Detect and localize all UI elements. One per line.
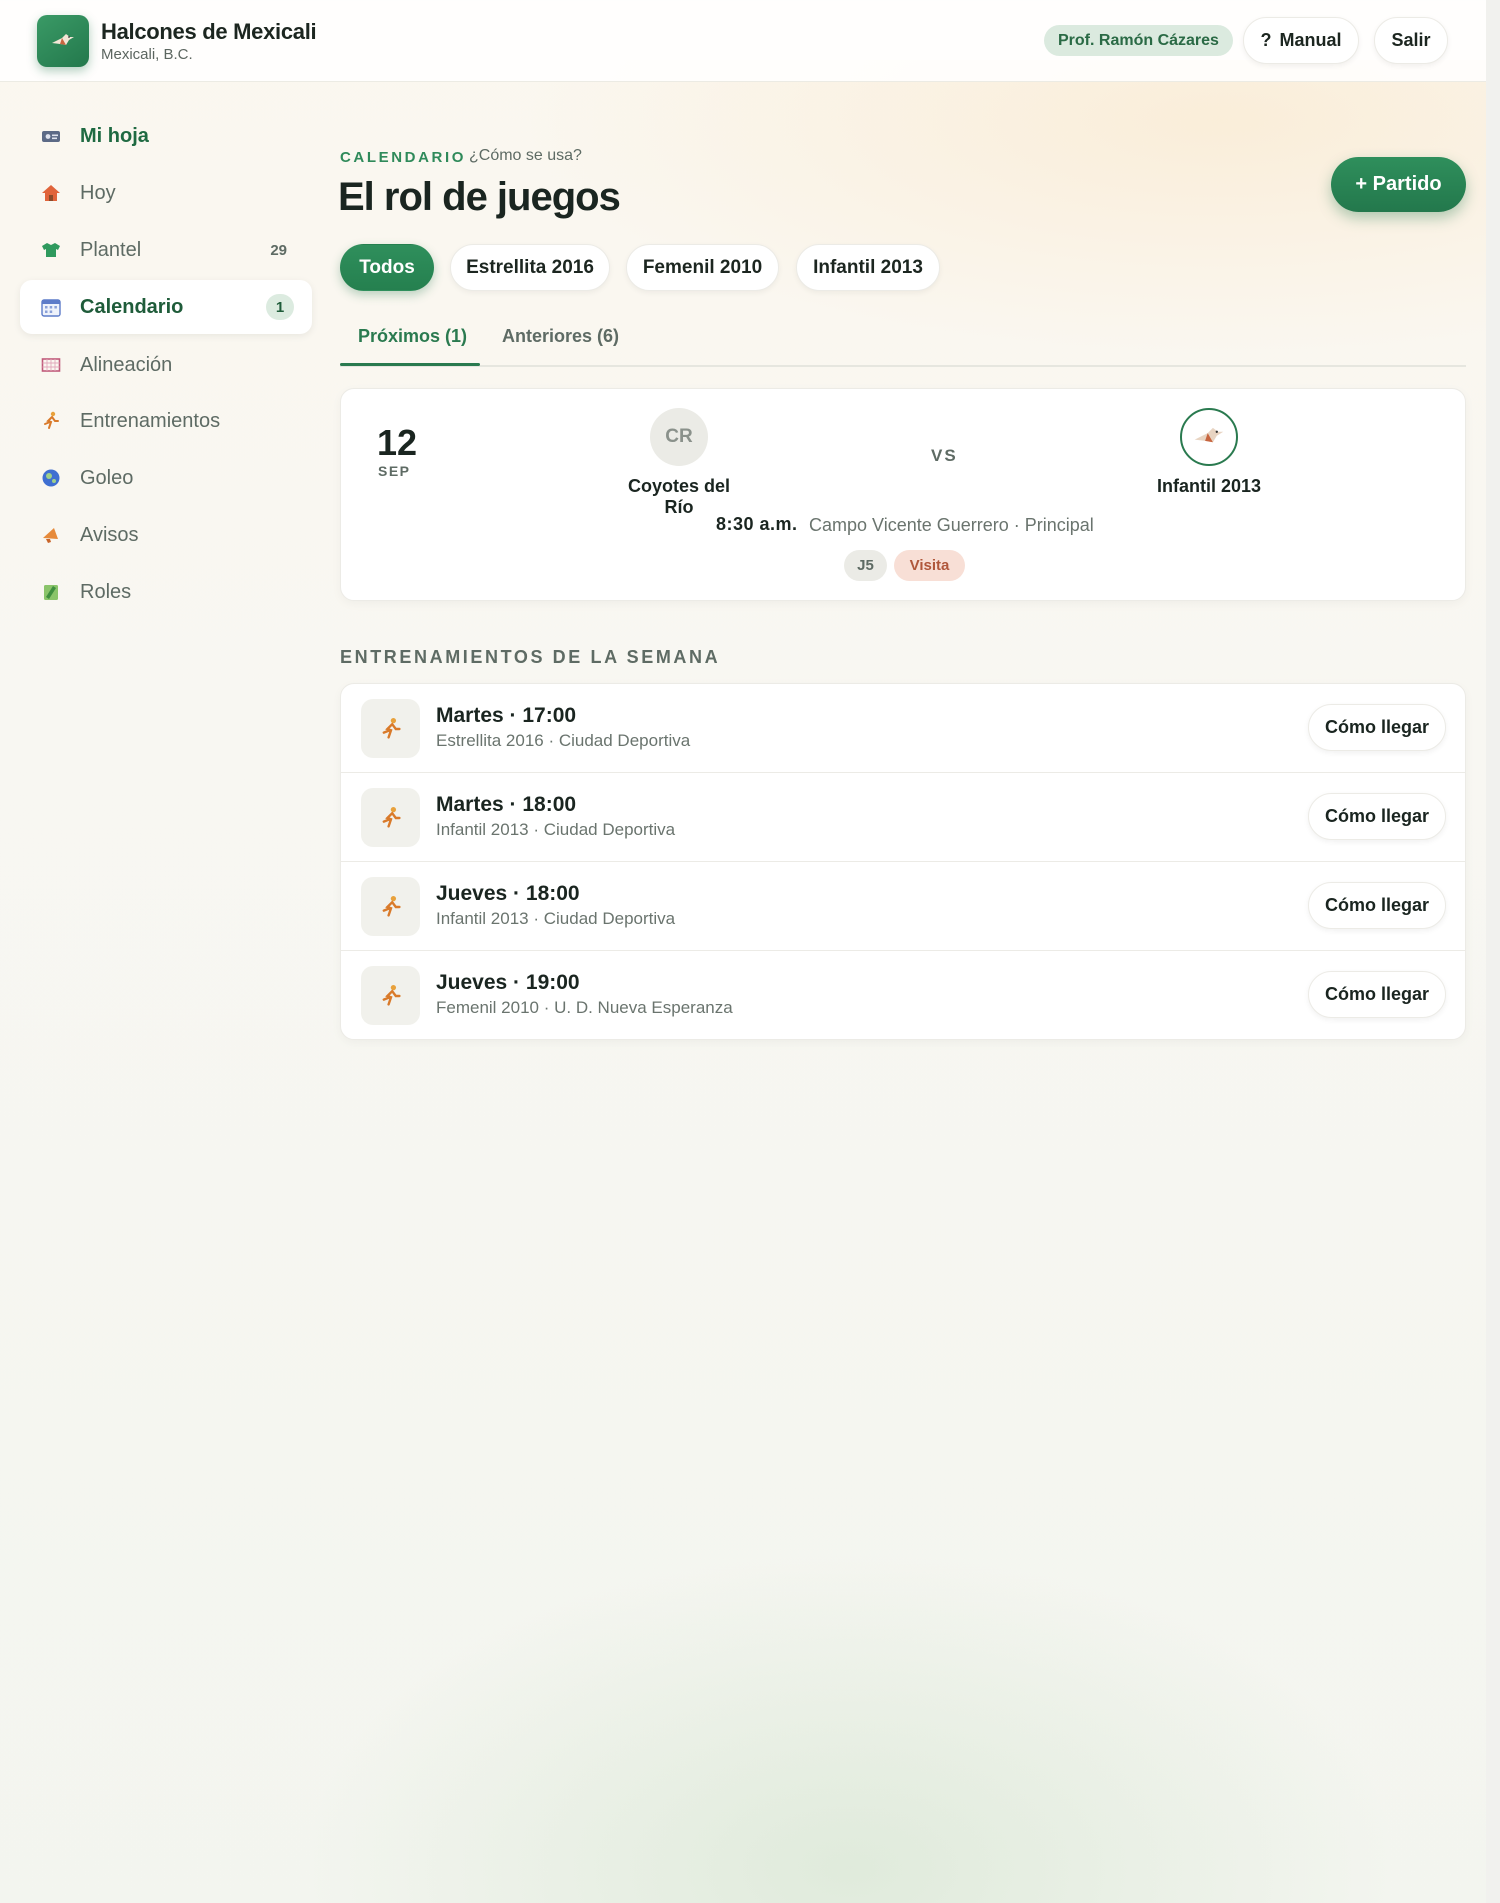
- tab-proximos[interactable]: Próximos (1): [358, 326, 467, 347]
- training-row: Jueves · 18:00 Infantil 2013 · Ciudad De…: [341, 862, 1465, 951]
- versus-label: VS: [931, 446, 958, 465]
- match-venue: Campo Vicente Guerrero · Principal: [809, 515, 1094, 535]
- megaphone-icon: [40, 524, 62, 546]
- club-name: Halcones de Mexicali: [101, 19, 317, 44]
- sidebar-item-calendario[interactable]: Calendario 1: [20, 280, 312, 334]
- top-bar: Halcones de Mexicali Mexicali, B.C. Prof…: [0, 0, 1486, 82]
- runner-icon: [361, 966, 420, 1025]
- calendario-count-badge: 1: [266, 294, 294, 320]
- filter-chip-infantil-2013[interactable]: Infantil 2013: [796, 244, 940, 291]
- training-details: Femenil 2010 · U. D. Nueva Esperanza: [436, 998, 733, 1017]
- training-details: Estrellita 2016 · Ciudad Deportiva: [436, 731, 691, 750]
- scrollbar-track[interactable]: [1486, 0, 1500, 1903]
- trainings-section-title: ENTRENAMIENTOS DE LA SEMANA: [340, 647, 721, 667]
- directions-button[interactable]: Cómo llegar: [1308, 704, 1446, 751]
- tab-anteriores[interactable]: Anteriores (6): [502, 326, 619, 347]
- background-glow-bottom: [300, 1550, 1400, 1903]
- sidebar-item-label: Goleo: [80, 466, 134, 489]
- match-time: 8:30 a.m.: [716, 514, 798, 534]
- sidebar-item-label: Mi hoja: [80, 124, 149, 147]
- logout-button[interactable]: Salir: [1374, 17, 1448, 64]
- sidebar-item-label: Avisos: [80, 523, 139, 546]
- sidebar-item-label: Hoy: [80, 181, 116, 204]
- house-icon: [40, 182, 62, 204]
- filter-chip-femenil-2010[interactable]: Femenil 2010: [626, 244, 779, 291]
- runner-icon: [361, 877, 420, 936]
- sidebar-item-plantel[interactable]: Plantel 29: [20, 223, 312, 277]
- training-time: Jueves · 18:00: [436, 882, 580, 905]
- home-team-badge: CR: [650, 408, 708, 466]
- sidebar-item-mi-hoja[interactable]: Mi hoja: [20, 109, 312, 163]
- sidebar-item-entrenamientos[interactable]: Entrenamientos: [20, 394, 312, 448]
- match-day: 12: [377, 422, 418, 463]
- training-time: Martes · 18:00: [436, 793, 577, 816]
- directions-button[interactable]: Cómo llegar: [1308, 882, 1446, 929]
- sidebar-item-label: Roles: [80, 580, 132, 603]
- hawk-icon: [52, 34, 74, 45]
- club-logo[interactable]: [37, 15, 89, 67]
- sidebar-item-roles[interactable]: Roles: [20, 565, 312, 619]
- tabs-divider: [340, 365, 1466, 367]
- runner-icon: [361, 788, 420, 847]
- training-details: Infantil 2013 · Ciudad Deportiva: [436, 820, 676, 839]
- directions-button[interactable]: Cómo llegar: [1308, 793, 1446, 840]
- plantel-count-badge: 29: [270, 241, 287, 259]
- id-card-icon: [40, 125, 62, 147]
- round-badge: J5: [844, 550, 887, 581]
- page-title: El rol de juegos: [338, 175, 621, 219]
- user-badge[interactable]: Prof. Ramón Cázares: [1044, 25, 1233, 56]
- sidebar-item-label: Entrenamientos: [80, 409, 221, 432]
- home-team-name: Coyotes del Río: [627, 476, 731, 517]
- section-eyebrow: CALENDARIO: [340, 149, 466, 166]
- training-row: Martes · 17:00 Estrellita 2016 · Ciudad …: [341, 684, 1465, 773]
- help-icon: ?: [1260, 30, 1272, 50]
- visit-badge: Visita: [894, 550, 965, 581]
- how-to-link[interactable]: ¿Cómo se usa?: [469, 147, 582, 165]
- match-month: SEP: [378, 463, 411, 479]
- training-time: Martes · 17:00: [436, 704, 577, 727]
- manual-button[interactable]: ? Manual: [1243, 17, 1359, 64]
- goal-net-icon: [40, 354, 62, 376]
- hawk-icon: [1194, 427, 1224, 443]
- sidebar-item-hoy[interactable]: Hoy: [20, 166, 312, 220]
- runner-icon: [40, 410, 62, 432]
- training-details: Infantil 2013 · Ciudad Deportiva: [436, 909, 676, 928]
- sidebar-item-alineacion[interactable]: Alineación: [20, 338, 312, 392]
- training-row: Jueves · 19:00 Femenil 2010 · U. D. Nuev…: [341, 951, 1465, 1039]
- manual-button-label: Manual: [1279, 30, 1342, 50]
- training-row: Martes · 18:00 Infantil 2013 · Ciudad De…: [341, 773, 1465, 862]
- active-tab-indicator: [340, 363, 480, 366]
- add-match-button[interactable]: + Partido: [1331, 157, 1466, 212]
- club-location: Mexicali, B.C.: [101, 46, 193, 63]
- sidebar-item-goleo[interactable]: Goleo: [20, 451, 312, 505]
- filter-chip-todos[interactable]: Todos: [340, 244, 434, 291]
- directions-button[interactable]: Cómo llegar: [1308, 971, 1446, 1018]
- calendar-icon: [40, 296, 62, 318]
- filter-chip-estrellita-2016[interactable]: Estrellita 2016: [450, 244, 610, 291]
- away-team-name: Infantil 2013: [1156, 476, 1262, 496]
- jersey-icon: [40, 239, 62, 261]
- match-card[interactable]: 12 SEP CR Coyotes del Río VS Infantil 20…: [340, 388, 1466, 601]
- trainings-list: Martes · 17:00 Estrellita 2016 · Ciudad …: [340, 683, 1466, 1040]
- sidebar-item-label: Plantel: [80, 238, 142, 261]
- roles-icon: [40, 581, 62, 603]
- away-team-badge: [1180, 408, 1238, 466]
- runner-icon: [361, 699, 420, 758]
- training-time: Jueves · 19:00: [436, 971, 580, 994]
- sidebar-item-label: Alineación: [80, 353, 173, 376]
- sidebar-item-label: Calendario: [80, 295, 184, 318]
- ball-icon: [40, 467, 62, 489]
- sidebar-item-avisos[interactable]: Avisos: [20, 508, 312, 562]
